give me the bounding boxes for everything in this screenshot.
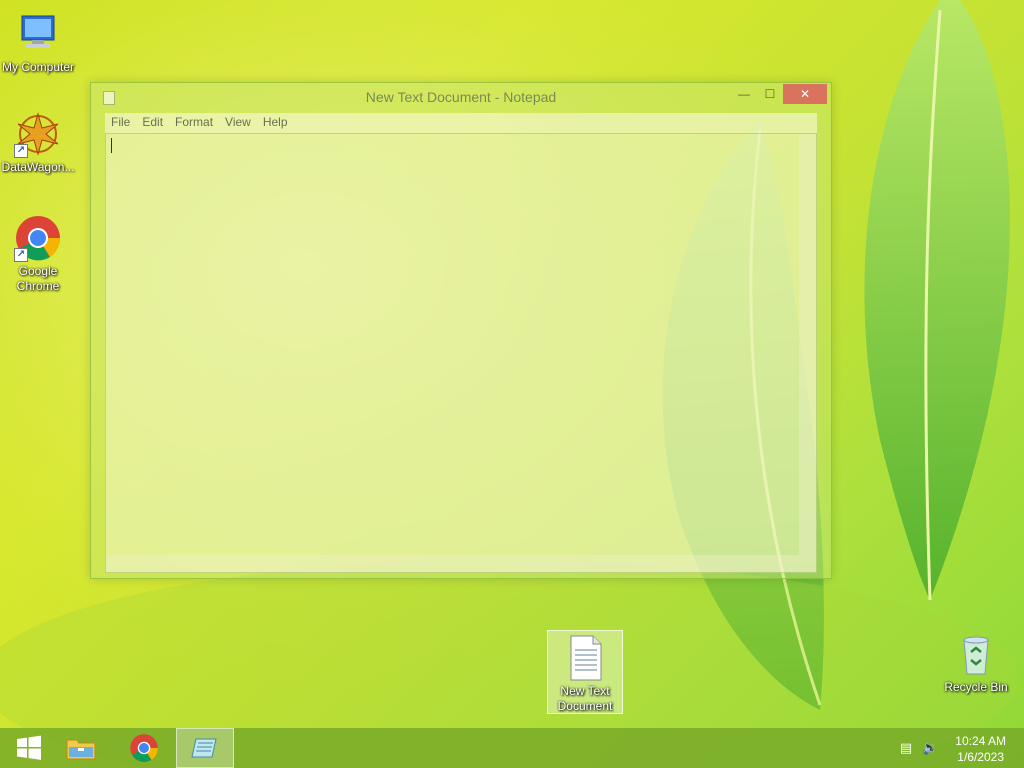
menu-file[interactable]: File <box>105 113 136 131</box>
menu-bar: File Edit Format View Help <box>105 113 817 133</box>
close-button[interactable]: ✕ <box>783 84 827 104</box>
network-icon[interactable]: ▤ <box>898 740 914 756</box>
desktop-icon-new-text-document[interactable]: New Text Document <box>547 630 623 714</box>
taskbar: ▤ 🔉 10:24 AM 1/6/2023 <box>0 728 1024 768</box>
datawagon-icon: ↗ <box>14 110 62 158</box>
desktop-icon-label: My Computer <box>1 60 75 74</box>
desktop-icon-label: Google Chrome <box>16 264 60 293</box>
maximize-button[interactable]: ☐ <box>757 84 783 104</box>
clock-time: 10:24 AM <box>955 734 1006 748</box>
desktop-icon-recycle-bin[interactable]: Recycle Bin <box>938 630 1014 695</box>
chrome-icon <box>130 734 158 762</box>
desktop-icon-my-computer[interactable]: My Computer <box>0 10 76 75</box>
vertical-scrollbar[interactable] <box>799 134 816 572</box>
desktop-icon-label: Recycle Bin <box>944 680 1008 694</box>
title-bar[interactable]: New Text Document - Notepad — ☐ ✕ <box>91 83 831 111</box>
menu-format[interactable]: Format <box>169 113 219 131</box>
start-icon <box>17 735 41 760</box>
recycle-bin-icon <box>952 630 1000 678</box>
text-editor-area[interactable] <box>105 133 817 573</box>
horizontal-scrollbar[interactable] <box>106 555 799 572</box>
computer-icon <box>14 10 62 58</box>
menu-view[interactable]: View <box>219 113 257 131</box>
taskbar-file-explorer[interactable] <box>52 728 110 768</box>
taskbar-chrome[interactable] <box>115 728 173 768</box>
minimize-button[interactable]: — <box>731 84 757 104</box>
shortcut-arrow-icon: ↗ <box>14 248 28 262</box>
menu-edit[interactable]: Edit <box>136 113 169 131</box>
desktop-icon-label: DataWagon... <box>1 160 75 174</box>
shortcut-arrow-icon: ↗ <box>14 144 28 158</box>
menu-help[interactable]: Help <box>257 113 294 131</box>
desktop-icon-datawagon[interactable]: ↗ DataWagon... <box>0 110 76 175</box>
volume-icon[interactable]: 🔉 <box>922 740 938 756</box>
notepad-icon <box>191 738 217 758</box>
taskbar-notepad[interactable] <box>176 728 234 768</box>
chrome-icon: ↗ <box>14 214 62 262</box>
notepad-window[interactable]: New Text Document - Notepad — ☐ ✕ File Ed… <box>90 82 832 579</box>
clock-date: 1/6/2023 <box>957 750 1004 764</box>
text-caret <box>111 138 112 153</box>
file-explorer-icon <box>66 739 96 760</box>
text-file-icon <box>561 634 609 682</box>
desktop-icon-google-chrome[interactable]: ↗ Google Chrome <box>0 214 76 294</box>
start-button[interactable] <box>0 728 58 768</box>
desktop-icon-label: New Text Document <box>557 684 613 713</box>
window-title: New Text Document - Notepad <box>365 89 557 105</box>
system-clock[interactable]: 10:24 AM 1/6/2023 <box>955 733 1006 765</box>
